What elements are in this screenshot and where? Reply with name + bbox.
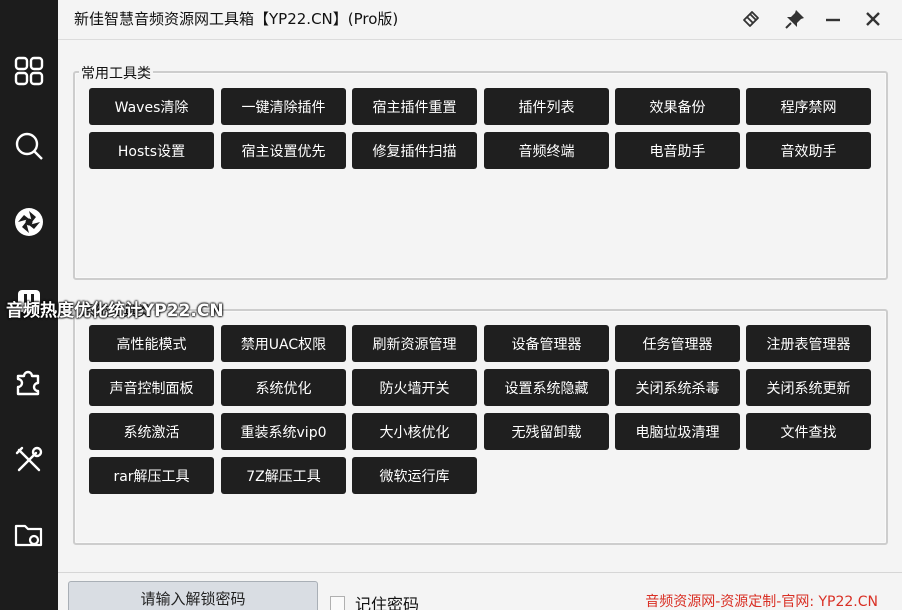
- tool-button-core-optimize[interactable]: 大小核优化: [352, 413, 477, 450]
- tool-button-effect-backup[interactable]: 效果备份: [615, 88, 740, 125]
- bottom-bar: 请输入解锁密码 记住密码 音频资源网-资源定制-官网: YP22.CN: [58, 572, 902, 610]
- tool-button-block-network[interactable]: 程序禁网: [746, 88, 871, 125]
- tool-button-file-search[interactable]: 文件查找: [746, 413, 871, 450]
- tool-button-fix-plugin-scan[interactable]: 修复插件扫描: [352, 132, 477, 169]
- common-tools-legend: 常用工具类: [79, 63, 153, 83]
- search-icon[interactable]: [0, 121, 58, 171]
- tools-icon[interactable]: [0, 435, 58, 485]
- aperture-icon[interactable]: [0, 197, 58, 247]
- puzzle-icon[interactable]: [0, 356, 58, 406]
- remember-password[interactable]: 记住密码: [330, 591, 419, 610]
- window-title: 新佳智慧音频资源网工具箱【YP22.CN】(Pro版): [74, 10, 399, 28]
- grid-icon[interactable]: [0, 46, 58, 96]
- tool-button-reset-host-plugins[interactable]: 宿主插件重置: [352, 88, 477, 125]
- tool-button-firewall-toggle[interactable]: 防火墙开关: [352, 369, 477, 406]
- tool-button-registry-editor[interactable]: 注册表管理器: [746, 325, 871, 362]
- tool-button-plugin-list[interactable]: 插件列表: [484, 88, 609, 125]
- tool-button-ms-runtime[interactable]: 微软运行库: [352, 457, 477, 494]
- tool-button-7z-extract[interactable]: 7Z解压工具: [221, 457, 346, 494]
- tool-button-disable-antivirus[interactable]: 关闭系统杀毒: [615, 369, 740, 406]
- tool-button-device-manager[interactable]: 设备管理器: [484, 325, 609, 362]
- tool-button-system-optimize[interactable]: 系统优化: [221, 369, 346, 406]
- tool-button-clean-uninstall[interactable]: 无残留卸载: [484, 413, 609, 450]
- tool-button-sfx-helper[interactable]: 音效助手: [746, 132, 871, 169]
- tool-button-system-activate[interactable]: 系统激活: [89, 413, 214, 450]
- tool-button-edm-helper[interactable]: 电音助手: [615, 132, 740, 169]
- official-site-link[interactable]: 音频资源网-资源定制-官网: YP22.CN: [645, 591, 878, 610]
- title-bar: 新佳智慧音频资源网工具箱【YP22.CN】(Pro版): [58, 0, 902, 40]
- close-icon[interactable]: [860, 7, 886, 31]
- minimize-icon[interactable]: [820, 7, 846, 31]
- tool-button-disable-updates[interactable]: 关闭系统更新: [746, 369, 871, 406]
- tool-button-clear-plugins[interactable]: 一键清除插件: [221, 88, 346, 125]
- skin-icon[interactable]: [738, 7, 764, 31]
- tool-button-system-hidden[interactable]: 设置系统隐藏: [484, 369, 609, 406]
- tool-button-reinstall-system[interactable]: 重装系统vip0: [221, 413, 346, 450]
- tool-button-rar-extract[interactable]: rar解压工具: [89, 457, 214, 494]
- tool-button-waves-clean[interactable]: Waves清除: [89, 88, 214, 125]
- tool-button-disable-uac[interactable]: 禁用UAC权限: [221, 325, 346, 362]
- remember-password-label: 记住密码: [355, 595, 420, 610]
- tool-button-task-manager[interactable]: 任务管理器: [615, 325, 740, 362]
- remember-password-checkbox[interactable]: [330, 595, 345, 610]
- pin-icon[interactable]: [782, 7, 808, 31]
- folder-settings-icon[interactable]: [0, 510, 58, 560]
- tool-button-hosts[interactable]: Hosts设置: [89, 132, 214, 169]
- title-divider: [58, 39, 902, 40]
- tool-button-refresh-explorer[interactable]: 刷新资源管理: [352, 325, 477, 362]
- tool-button-junk-cleaner[interactable]: 电脑垃圾清理: [615, 413, 740, 450]
- tool-button-sound-control-panel[interactable]: 声音控制面板: [89, 369, 214, 406]
- tool-button-high-performance[interactable]: 高性能模式: [89, 325, 214, 362]
- watermark-overlay: 音频热度优化统计YP22.CN: [6, 301, 224, 321]
- tool-button-host-priority[interactable]: 宿主设置优先: [221, 132, 346, 169]
- tool-button-audio-terminal[interactable]: 音频终端: [484, 132, 609, 169]
- unlock-password-button[interactable]: 请输入解锁密码: [68, 581, 318, 610]
